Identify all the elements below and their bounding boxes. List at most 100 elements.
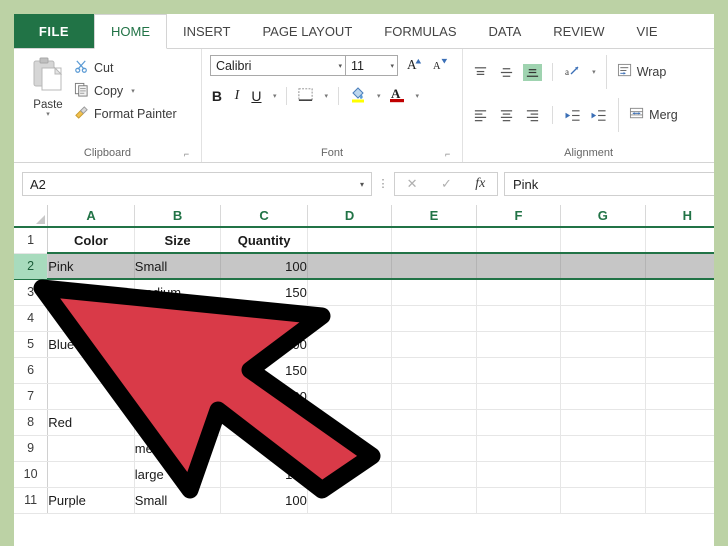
- column-header-f[interactable]: F: [476, 205, 562, 228]
- cell-g7[interactable]: [560, 383, 646, 410]
- cell-b4[interactable]: large: [134, 305, 222, 332]
- cell-d11[interactable]: [307, 487, 393, 514]
- chevron-down-icon[interactable]: ▾: [273, 92, 277, 100]
- font-size-combo[interactable]: 11 ▾: [345, 55, 398, 76]
- cell-d4[interactable]: [307, 305, 393, 332]
- select-all-corner[interactable]: [14, 205, 49, 228]
- cell-d9[interactable]: [307, 435, 393, 462]
- cell-h10[interactable]: [645, 461, 714, 488]
- align-top-icon[interactable]: [471, 64, 490, 81]
- paste-button[interactable]: Paste ▾: [22, 55, 74, 119]
- cell-b10[interactable]: large: [134, 461, 222, 488]
- merge-cells-button[interactable]: Merg: [629, 106, 678, 124]
- row-header-4[interactable]: 4: [14, 305, 49, 332]
- cell-g9[interactable]: [560, 435, 646, 462]
- align-right-icon[interactable]: [523, 107, 542, 124]
- cell-c10[interactable]: 100: [220, 461, 308, 488]
- cell-c3[interactable]: 150: [220, 279, 308, 306]
- tab-page-layout[interactable]: PAGE LAYOUT: [246, 14, 368, 48]
- cell-c8[interactable]: 100: [220, 409, 308, 436]
- cell-a1[interactable]: Color: [47, 227, 135, 254]
- font-dialog-launcher-icon[interactable]: ⌐: [443, 150, 452, 159]
- cell-f9[interactable]: [476, 435, 562, 462]
- shrink-font-icon[interactable]: A: [433, 56, 450, 76]
- decrease-indent-icon[interactable]: [563, 107, 582, 124]
- cell-c1[interactable]: Quantity: [220, 227, 308, 254]
- tab-home[interactable]: HOME: [94, 14, 167, 49]
- increase-indent-icon[interactable]: [589, 107, 608, 124]
- cell-a3[interactable]: [47, 279, 135, 306]
- cell-a4[interactable]: [47, 305, 135, 332]
- row-header-5[interactable]: 5: [14, 331, 49, 358]
- chevron-down-icon[interactable]: ▾: [46, 111, 50, 119]
- cell-e8[interactable]: [391, 409, 477, 436]
- cell-f2[interactable]: [476, 253, 562, 280]
- fill-color-icon[interactable]: [349, 85, 367, 106]
- cell-d8[interactable]: [307, 409, 393, 436]
- tab-file[interactable]: FILE: [14, 14, 94, 48]
- cell-d5[interactable]: [307, 331, 393, 358]
- cell-f3[interactable]: [476, 279, 562, 306]
- wrap-text-button[interactable]: Wrap: [617, 63, 666, 81]
- cancel-icon[interactable]: ✕: [407, 176, 418, 192]
- cell-a11[interactable]: Purple: [47, 487, 135, 514]
- cell-g4[interactable]: [560, 305, 646, 332]
- insert-function-icon[interactable]: fx: [475, 176, 485, 192]
- cell-h9[interactable]: [645, 435, 714, 462]
- cell-e2[interactable]: [391, 253, 477, 280]
- align-bottom-icon[interactable]: [523, 63, 543, 81]
- cell-b6[interactable]: medium: [134, 357, 222, 384]
- cell-g11[interactable]: [560, 487, 646, 514]
- cell-b2[interactable]: Small: [134, 253, 222, 280]
- cell-a8[interactable]: Red: [47, 409, 135, 436]
- cell-d2[interactable]: [307, 253, 393, 280]
- row-header-3[interactable]: 3: [14, 279, 49, 306]
- align-center-icon[interactable]: [497, 107, 516, 124]
- cell-d6[interactable]: [307, 357, 393, 384]
- column-header-h[interactable]: H: [645, 205, 714, 228]
- cell-b5[interactable]: Small: [134, 331, 222, 358]
- format-painter-button[interactable]: Format Painter: [74, 105, 177, 123]
- borders-icon[interactable]: [297, 86, 314, 106]
- cell-g10[interactable]: [560, 461, 646, 488]
- tab-insert[interactable]: INSERT: [167, 14, 246, 48]
- cell-c4[interactable]: 100: [220, 305, 308, 332]
- cut-button[interactable]: Cut: [74, 59, 177, 77]
- cell-a2[interactable]: Pink: [47, 253, 135, 280]
- cell-e7[interactable]: [391, 383, 477, 410]
- cell-b8[interactable]: Small: [134, 409, 222, 436]
- cell-f10[interactable]: [476, 461, 562, 488]
- column-header-d[interactable]: D: [307, 205, 393, 228]
- cell-e10[interactable]: [391, 461, 477, 488]
- cell-b7[interactable]: large: [134, 383, 222, 410]
- cell-e4[interactable]: [391, 305, 477, 332]
- cell-e5[interactable]: [391, 331, 477, 358]
- confirm-icon[interactable]: ✓: [441, 176, 452, 192]
- cell-h4[interactable]: [645, 305, 714, 332]
- cell-c9[interactable]: 150: [220, 435, 308, 462]
- cell-e3[interactable]: [391, 279, 477, 306]
- cell-g5[interactable]: [560, 331, 646, 358]
- column-header-c[interactable]: C: [220, 205, 308, 228]
- cell-e1[interactable]: [391, 227, 477, 254]
- cell-e9[interactable]: [391, 435, 477, 462]
- font-color-icon[interactable]: A: [388, 85, 406, 106]
- cell-f8[interactable]: [476, 409, 562, 436]
- cell-f6[interactable]: [476, 357, 562, 384]
- column-header-b[interactable]: B: [134, 205, 222, 228]
- name-box[interactable]: A2 ▾: [22, 172, 372, 196]
- cell-d3[interactable]: [307, 279, 393, 306]
- tab-formulas[interactable]: FORMULAS: [368, 14, 472, 48]
- cell-b3[interactable]: medium: [134, 279, 222, 306]
- cell-f11[interactable]: [476, 487, 562, 514]
- cell-f1[interactable]: [476, 227, 562, 254]
- row-header-10[interactable]: 10: [14, 461, 49, 488]
- cell-c6[interactable]: 150: [220, 357, 308, 384]
- cell-h6[interactable]: [645, 357, 714, 384]
- row-header-7[interactable]: 7: [14, 383, 49, 410]
- align-left-icon[interactable]: [471, 107, 490, 124]
- cell-g2[interactable]: [560, 253, 646, 280]
- cell-b9[interactable]: medium: [134, 435, 222, 462]
- cell-f5[interactable]: [476, 331, 562, 358]
- cell-g3[interactable]: [560, 279, 646, 306]
